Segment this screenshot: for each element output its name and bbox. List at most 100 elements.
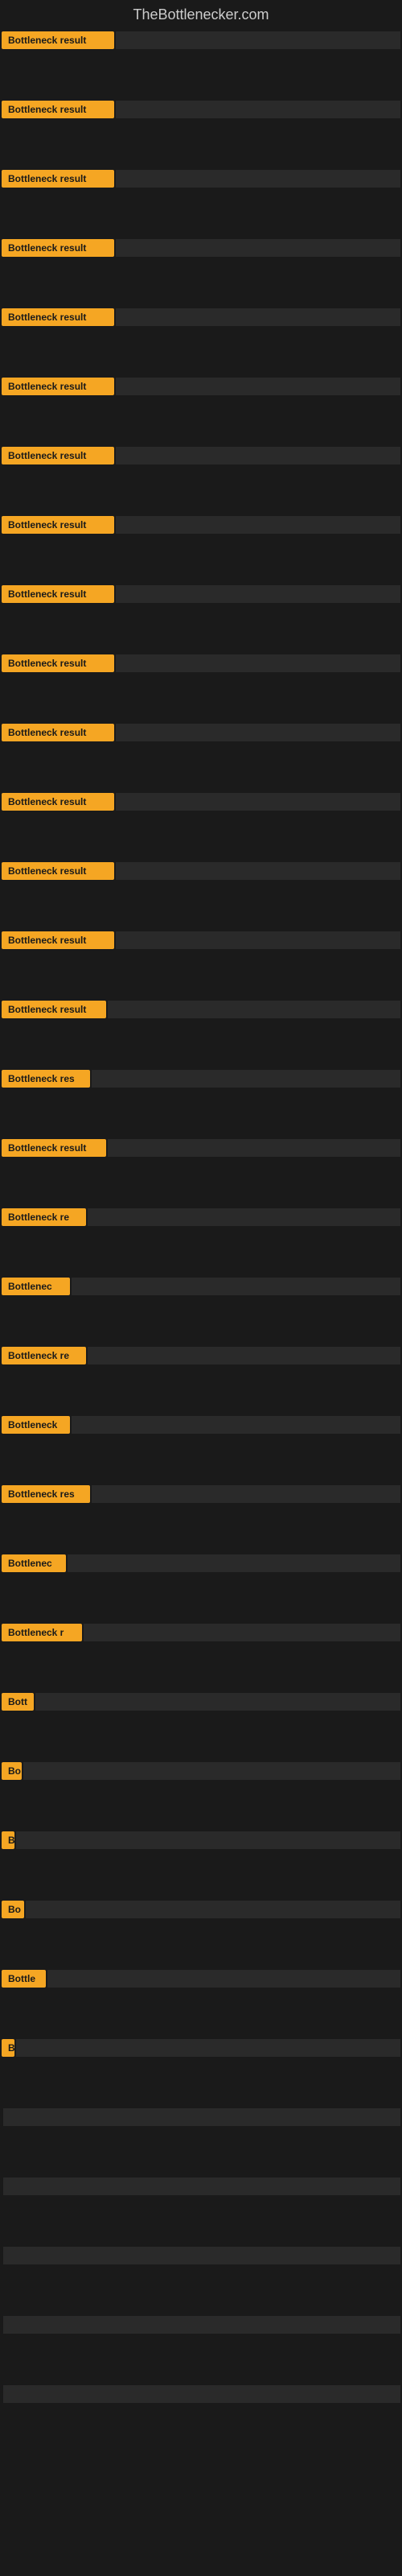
bottleneck-bar — [108, 1001, 400, 1018]
bottleneck-row: Bottleneck result — [2, 584, 400, 605]
bottleneck-bar — [3, 2385, 400, 2403]
bottleneck-bar — [92, 1485, 400, 1503]
bottleneck-row: Bottleneck re — [2, 1207, 400, 1228]
bottleneck-badge: Bottleneck — [2, 1416, 70, 1434]
bottleneck-badge: Bottleneck result — [2, 654, 114, 672]
bottleneck-badge: Bottleneck re — [2, 1208, 86, 1226]
bottleneck-badge: Bottleneck result — [2, 793, 114, 811]
bottleneck-badge: Bottleneck result — [2, 239, 114, 257]
bottleneck-bar — [116, 931, 400, 949]
bottleneck-bar — [35, 1693, 400, 1711]
bottleneck-bar — [26, 1901, 400, 1918]
bottleneck-row: Bottleneck result — [2, 168, 400, 189]
bottleneck-bar — [116, 724, 400, 741]
bottleneck-row: Bottleneck result — [2, 999, 400, 1020]
bottleneck-bar — [116, 654, 400, 672]
bottleneck-row — [2, 2245, 400, 2266]
bottleneck-badge: Bottleneck result — [2, 101, 114, 118]
bottleneck-bar — [3, 2178, 400, 2195]
bottleneck-bar — [72, 1278, 400, 1295]
bottleneck-row: Bo — [2, 1761, 400, 1781]
bottleneck-bar — [116, 101, 400, 118]
bottleneck-bar — [116, 447, 400, 464]
bottleneck-bar — [108, 1139, 400, 1157]
bottleneck-row: Bottleneck r — [2, 1622, 400, 1643]
bottleneck-badge: Bottleneck res — [2, 1070, 90, 1088]
bottleneck-bar — [16, 1831, 400, 1849]
bottleneck-row: Bottleneck result — [2, 30, 400, 51]
bottleneck-bar — [88, 1347, 400, 1364]
bottleneck-badge: Bottleneck result — [2, 1139, 106, 1157]
bottleneck-bar — [116, 585, 400, 603]
bottleneck-row: Bottleneck result — [2, 791, 400, 812]
bottleneck-badge: Bottleneck result — [2, 170, 114, 188]
bottleneck-row — [2, 2176, 400, 2197]
bottleneck-row — [2, 2107, 400, 2128]
bottleneck-badge: Bottleneck res — [2, 1485, 90, 1503]
bottleneck-badge: Bottleneck result — [2, 31, 114, 49]
bottleneck-badge: Bottleneck re — [2, 1347, 86, 1364]
bottleneck-bar — [116, 239, 400, 257]
bottleneck-bar — [3, 2247, 400, 2264]
bottleneck-row — [2, 2314, 400, 2335]
bottleneck-badge: Bottleneck result — [2, 447, 114, 464]
bottleneck-row: Bottleneck result — [2, 722, 400, 743]
bottleneck-badge: B — [2, 1831, 14, 1849]
bottleneck-row: Bott — [2, 1691, 400, 1712]
bottleneck-bar — [3, 2108, 400, 2126]
bottleneck-row: Bottleneck result — [2, 861, 400, 881]
bottleneck-bar — [92, 1070, 400, 1088]
bottleneck-bar — [116, 170, 400, 188]
bottleneck-row: Bo — [2, 1899, 400, 1920]
bottleneck-row — [2, 2384, 400, 2405]
bottleneck-row: Bottleneck result — [2, 376, 400, 397]
bottleneck-row: Bottleneck re — [2, 1345, 400, 1366]
bottleneck-badge: Bottleneck result — [2, 516, 114, 534]
bottleneck-row: Bottleneck result — [2, 653, 400, 674]
bottleneck-row: Bottleneck result — [2, 514, 400, 535]
bottleneck-row: B — [2, 2037, 400, 2058]
bottleneck-badge: Bottleneck result — [2, 308, 114, 326]
bottleneck-bar — [84, 1624, 400, 1641]
bottleneck-row: Bottlenec — [2, 1276, 400, 1297]
bottleneck-badge: Bottleneck result — [2, 862, 114, 880]
bottleneck-badge: Bottleneck result — [2, 585, 114, 603]
bottleneck-bar — [68, 1554, 400, 1572]
bottleneck-badge: Bottleneck result — [2, 378, 114, 395]
bottleneck-row: Bottleneck result — [2, 445, 400, 466]
bottleneck-badge: Bott — [2, 1693, 34, 1711]
site-title: TheBottlenecker.com — [0, 0, 402, 27]
bottleneck-bar — [47, 1970, 400, 1988]
bottleneck-row: Bottleneck result — [2, 99, 400, 120]
bottleneck-row: Bottleneck result — [2, 237, 400, 258]
bottleneck-bar — [116, 862, 400, 880]
bottleneck-bar — [116, 378, 400, 395]
bottleneck-bar — [116, 308, 400, 326]
bottleneck-bar — [23, 1762, 400, 1780]
bottleneck-row: Bottleneck result — [2, 1137, 400, 1158]
bottleneck-badge: Bottleneck result — [2, 724, 114, 741]
bottleneck-badge: Bottle — [2, 1970, 46, 1988]
bottleneck-bar — [116, 793, 400, 811]
bottleneck-row: Bottleneck result — [2, 930, 400, 951]
bottleneck-row: Bottlenec — [2, 1553, 400, 1574]
bottleneck-badge: Bottleneck result — [2, 931, 114, 949]
bottleneck-row: Bottleneck result — [2, 307, 400, 328]
bottleneck-badge: Bo — [2, 1901, 24, 1918]
bottleneck-bar — [116, 31, 400, 49]
bottleneck-badge: Bottlenec — [2, 1554, 66, 1572]
bottleneck-row: Bottleneck res — [2, 1484, 400, 1505]
bottleneck-badge: Bo — [2, 1762, 22, 1780]
rows-container: Bottleneck result Bottleneck result Bottle… — [0, 27, 402, 2456]
bottleneck-row: Bottleneck — [2, 1414, 400, 1435]
bottleneck-badge: Bottleneck result — [2, 1001, 106, 1018]
bottleneck-bar — [88, 1208, 400, 1226]
bottleneck-bar — [72, 1416, 400, 1434]
bottleneck-row: B — [2, 1830, 400, 1851]
bottleneck-badge: B — [2, 2039, 14, 2057]
bottleneck-badge: Bottlenec — [2, 1278, 70, 1295]
bottleneck-badge: Bottleneck r — [2, 1624, 82, 1641]
bottleneck-row: Bottleneck res — [2, 1068, 400, 1089]
bottleneck-row: Bottle — [2, 1968, 400, 1989]
bottleneck-bar — [16, 2039, 400, 2057]
